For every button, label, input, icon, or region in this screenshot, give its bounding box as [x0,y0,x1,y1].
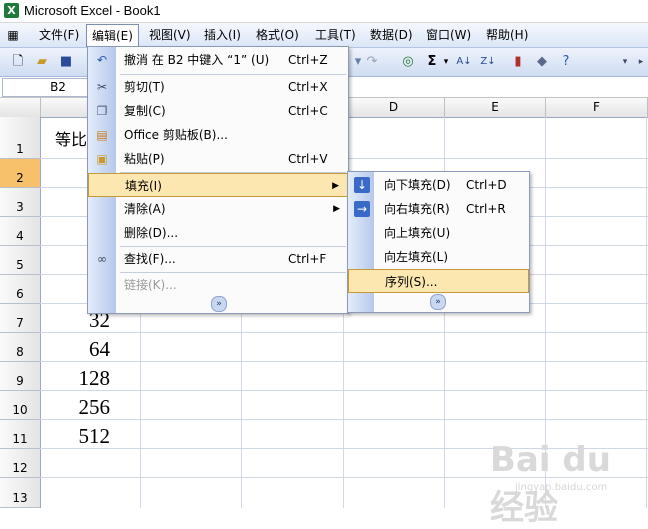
row-header[interactable]: 7 [0,304,40,333]
menu-format[interactable]: 格式(O) [251,25,304,45]
submenu-item-fill-left[interactable]: 向左填充(L) [348,245,529,269]
submenu-item-fill-down[interactable]: ↓ 向下填充(D) Ctrl+D [348,173,529,197]
chart-wizard-icon[interactable]: ▮ [510,54,526,70]
excel-app-icon: X [4,3,19,18]
row-header-selected[interactable]: 2 [0,159,40,188]
title-bar: X Microsoft Excel - Book1 [0,0,648,23]
row-header[interactable]: 11 [0,420,40,449]
cell-b9[interactable]: 128 [40,366,111,391]
cell-b8[interactable]: 64 [40,337,110,362]
grid-line [40,332,648,333]
row-header[interactable]: 3 [0,188,40,217]
menu-tools[interactable]: 工具(T) [310,25,361,45]
menu-bar: ▦ 文件(F) 编辑(E) 视图(V) 插入(I) 格式(O) 工具(T) 数据… [0,23,648,48]
submenu-item-fill-right[interactable]: → 向右填充(R) Ctrl+R [348,197,529,221]
fill-right-icon: → [354,201,370,217]
grid-line [40,419,648,420]
row-header[interactable]: 4 [0,217,40,246]
row-headers: 1 2 3 4 5 6 7 8 9 10 11 12 13 [0,117,41,508]
submenu-arrow-icon: ▶ [333,204,340,214]
watermark-url: jingyan.baidu.com [515,482,608,493]
copy-icon: ❐ [96,104,108,118]
cell-b10[interactable]: 256 [40,395,111,420]
menu-insert[interactable]: 插入(I) [199,25,246,45]
new-file-icon[interactable]: 🗋 [10,54,26,70]
select-all-corner[interactable] [0,98,41,117]
row-header[interactable]: 5 [0,246,40,275]
row-header[interactable]: 12 [0,449,40,478]
menu-file[interactable]: 文件(F) [34,25,84,45]
menu-item-paste[interactable]: ▣ 粘贴(P) Ctrl+V [88,147,348,171]
row-header[interactable]: 9 [0,362,40,391]
menu-help[interactable]: 帮助(H) [481,25,533,45]
menu-item-fill[interactable]: 填充(I) ▶ [88,173,348,197]
menu-view[interactable]: 视图(V) [144,25,196,45]
fill-submenu: ↓ 向下填充(D) Ctrl+D → 向右填充(R) Ctrl+R 向上填充(U… [347,171,530,313]
drawing-icon[interactable]: ◆ [534,54,550,70]
row-header[interactable]: 13 [0,478,40,508]
submenu-item-series[interactable]: 序列(S)... [348,269,529,293]
expand-menu-chevron-icon[interactable]: » [211,296,227,312]
binoculars-icon: ∞ [97,252,107,266]
clipboard-icon: ▤ [96,128,108,142]
menu-edit[interactable]: 编辑(E) [86,24,139,47]
grid-line [40,361,648,362]
sort-ascending-icon[interactable]: A↓ [456,54,472,70]
help-icon[interactable]: ? [558,54,574,70]
submenu-arrow-icon: ▶ [332,181,339,191]
cell-b11[interactable]: 512 [40,424,111,449]
expand-submenu-chevron-icon[interactable]: » [430,294,446,310]
row-header[interactable]: 10 [0,391,40,420]
menu-item-cut[interactable]: ✂ 剪切(T) Ctrl+X [88,75,348,99]
paste-icon: ▣ [96,152,108,166]
sheet-icon[interactable]: ▦ [2,25,24,45]
open-folder-icon[interactable]: ▰ [34,54,50,70]
toolbar-options-icon[interactable]: ▾ [620,54,630,70]
fill-down-icon: ↓ [354,177,370,193]
column-header-d[interactable]: D [343,98,445,117]
menu-item-delete[interactable]: 删除(D)... [88,221,348,245]
row-header[interactable]: 6 [0,275,40,304]
menu-window[interactable]: 窗口(W) [421,25,476,45]
column-header-e[interactable]: E [445,98,546,117]
row-header[interactable]: 8 [0,333,40,362]
sort-descending-icon[interactable]: Z↓ [480,54,496,70]
window-title: Microsoft Excel - Book1 [24,3,161,18]
hyperlink-icon[interactable]: ◎ [400,54,416,70]
menu-data[interactable]: 数据(D) [365,25,418,45]
menu-item-clear[interactable]: 清除(A) ▶ [88,197,348,221]
menu-item-find[interactable]: ∞ 查找(F)... Ctrl+F [88,247,348,271]
undo-icon: ↶ [96,53,108,67]
scissors-icon: ✂ [96,80,108,94]
menu-item-undo[interactable]: ↶ 撤消 在 B2 中键入 “1” (U) Ctrl+Z [88,48,348,72]
redo-icon[interactable]: ↷ [364,54,380,70]
autosum-dropdown-icon[interactable]: ▾ [438,54,454,70]
menu-item-links[interactable]: 链接(K)... [88,273,348,297]
menu-item-office-clipboard[interactable]: ▤ Office 剪贴板(B)... [88,123,348,147]
font-box-edge[interactable]: ▸ [636,54,646,70]
grid-line [40,390,648,391]
submenu-item-fill-up[interactable]: 向上填充(U) [348,221,529,245]
menu-item-copy[interactable]: ❐ 复制(C) Ctrl+C [88,99,348,123]
save-icon[interactable]: ■ [58,54,74,70]
edit-menu: ↶ 撤消 在 B2 中键入 “1” (U) Ctrl+Z ✂ 剪切(T) Ctr… [87,46,349,314]
row-header[interactable]: 1 [0,117,40,159]
column-header-f[interactable]: F [546,98,648,117]
